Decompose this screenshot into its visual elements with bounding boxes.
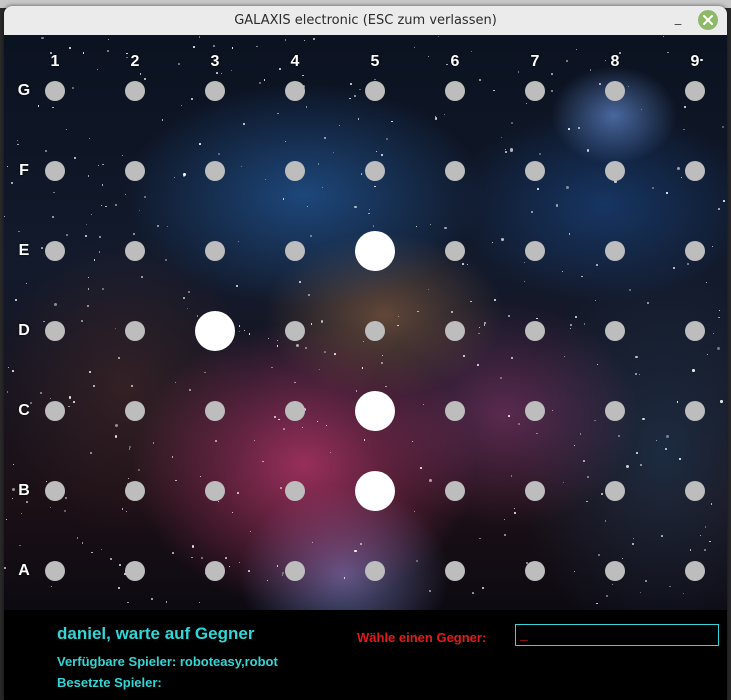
board-hole-G2[interactable] [125,81,145,101]
board-hole-E2[interactable] [125,241,145,261]
busy-players: Besetzte Spieler: [57,675,162,690]
column-label-3: 3 [210,53,220,70]
board-hole-F1[interactable] [45,161,65,181]
board-hole-E1[interactable] [45,241,65,261]
board-hole-B9[interactable] [685,481,705,501]
available-players: Verfügbare Spieler: roboteasy,robot [57,654,278,669]
board-hole-A9[interactable] [685,561,705,581]
row-label-D: D [18,322,30,339]
column-label-1: 1 [50,53,60,70]
board-hole-E7[interactable] [525,241,545,261]
board-hole-F9[interactable] [685,161,705,181]
title-bar[interactable]: GALAXIS electronic (ESC zum verlassen) _ [4,6,727,36]
board-hole-A5[interactable] [365,561,385,581]
board-hole-A3[interactable] [205,561,225,581]
board-hole-F3[interactable] [205,161,225,181]
board-hole-G8[interactable] [605,81,625,101]
row-label-E: E [18,242,30,259]
board-hole-D4[interactable] [285,321,305,341]
board-hole-E3[interactable] [205,241,225,261]
board-hole-A2[interactable] [125,561,145,581]
status-panel: daniel, warte auf Gegner Verfügbare Spie… [4,610,727,700]
board-hole-B4[interactable] [285,481,305,501]
board-hole-E6[interactable] [445,241,465,261]
board-hole-A8[interactable] [605,561,625,581]
board-hole-C8[interactable] [605,401,625,421]
galaxis-window: GALAXIS electronic (ESC zum verlassen) _… [4,6,727,700]
board-hole-G6[interactable] [445,81,465,101]
board-hole-E8[interactable] [605,241,625,261]
board-hole-F2[interactable] [125,161,145,181]
board-hole-A4[interactable] [285,561,305,581]
row-label-F: F [19,162,29,179]
column-label-2: 2 [130,53,140,70]
status-message: daniel, warte auf Gegner [57,624,255,643]
board-hole-B3[interactable] [205,481,225,501]
ship-B5[interactable] [355,471,395,511]
board-hole-C4[interactable] [285,401,305,421]
board-hole-B6[interactable] [445,481,465,501]
column-label-7: 7 [530,53,540,70]
board-hole-A7[interactable] [525,561,545,581]
opponent-input[interactable] [515,624,719,646]
board-hole-D8[interactable] [605,321,625,341]
board-hole-B1[interactable] [45,481,65,501]
board-hole-G9[interactable] [685,81,705,101]
opponent-label: Wähle einen Gegner: [357,630,487,645]
board-hole-G5[interactable] [365,81,385,101]
row-label-A: A [18,562,30,579]
board-hole-F8[interactable] [605,161,625,181]
board-hole-D2[interactable] [125,321,145,341]
board-hole-G7[interactable] [525,81,545,101]
board-hole-A6[interactable] [445,561,465,581]
row-label-G: G [17,82,31,99]
column-label-4: 4 [290,53,300,70]
minimize-button[interactable]: _ [669,11,687,29]
board-hole-D1[interactable] [45,321,65,341]
board-hole-D5[interactable] [365,321,385,341]
board-hole-E9[interactable] [685,241,705,261]
board-hole-D7[interactable] [525,321,545,341]
board-hole-F4[interactable] [285,161,305,181]
board-hole-C6[interactable] [445,401,465,421]
board-hole-G3[interactable] [205,81,225,101]
board-hole-F6[interactable] [445,161,465,181]
column-label-8: 8 [610,53,620,70]
galaxy-board: 1 2 3 4 5 6 7 8 9 G F E D C B A [4,35,727,610]
board-hole-A1[interactable] [45,561,65,581]
row-label-C: C [18,402,30,419]
board-hole-C2[interactable] [125,401,145,421]
board-hole-B2[interactable] [125,481,145,501]
board-hole-D6[interactable] [445,321,465,341]
board-hole-B7[interactable] [525,481,545,501]
board-hole-C1[interactable] [45,401,65,421]
column-label-5: 5 [370,53,380,70]
board-hole-G1[interactable] [45,81,65,101]
ship-C5[interactable] [355,391,395,431]
window-title: GALAXIS electronic (ESC zum verlassen) [234,13,497,28]
board-hole-F7[interactable] [525,161,545,181]
column-label-6: 6 [450,53,460,70]
board-hole-D9[interactable] [685,321,705,341]
board-hole-F5[interactable] [365,161,385,181]
board-hole-C7[interactable] [525,401,545,421]
column-label-9: 9 [690,53,700,70]
ship-D3[interactable] [195,311,235,351]
row-label-B: B [18,482,30,499]
board-hole-C9[interactable] [685,401,705,421]
board-hole-C3[interactable] [205,401,225,421]
board-hole-E4[interactable] [285,241,305,261]
board-hole-G4[interactable] [285,81,305,101]
close-icon [703,15,713,25]
board-hole-B8[interactable] [605,481,625,501]
close-button[interactable] [698,10,718,30]
ship-E5[interactable] [355,231,395,271]
